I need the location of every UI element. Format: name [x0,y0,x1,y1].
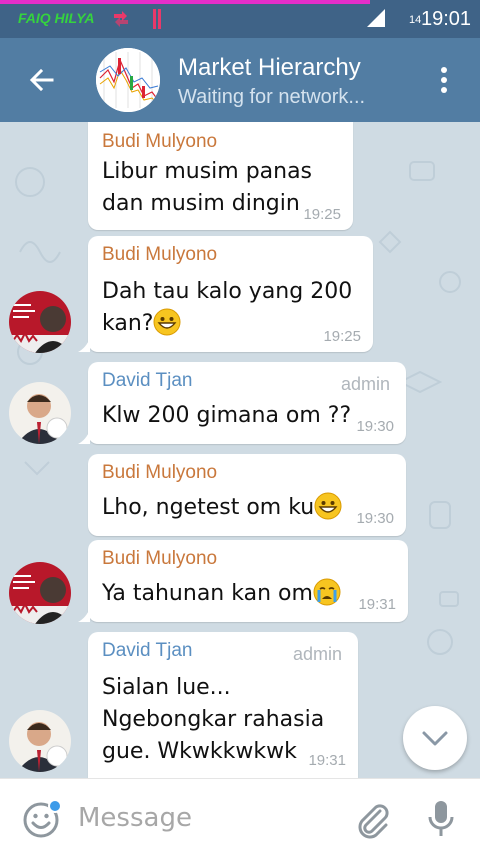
message-line: Ngebongkar rahasia [102,707,325,732]
message-composer: Message [0,778,480,854]
microphone-icon[interactable] [426,799,456,839]
sender-name[interactable]: David Tjan [102,370,192,392]
status-bar: FAIQ HILYA 14 19:01 [0,0,480,38]
message-text: Ya tahunan kan om [102,578,341,610]
message-bubble[interactable]: Budi Mulyono Libur musim panas dan musim… [88,122,353,230]
message-time: 19:30 [356,418,394,435]
budi-avatar-image [9,562,71,624]
attach-icon[interactable] [352,799,392,839]
message-time: 19:25 [323,328,361,345]
sender-name[interactable]: Budi Mulyono [102,548,217,570]
chart-thumbnail-icon [96,48,160,112]
admin-badge: admin [340,374,390,394]
message-bubble[interactable]: Budi Mulyono Dah tau kalo yang 200 kan? … [88,236,373,352]
message-bubble[interactable]: Budi Mulyono Lho, ngetest om ku 19:30 [88,454,406,536]
scroll-down-button[interactable] [403,706,467,770]
status-time: 19:01 [421,8,472,30]
network-type: 14 [409,14,422,26]
message-list[interactable]: Budi Mulyono Libur musim panas dan musim… [0,122,480,778]
message-input[interactable]: Message [78,803,192,833]
message-line: Ya tahunan kan om [102,578,341,610]
sender-name[interactable]: David Tjan [102,640,192,662]
avatar[interactable] [9,382,71,444]
message-bubble[interactable]: David Tjan admin Sialan lue... Ngebongka… [88,632,358,778]
grinning-face-icon [153,308,181,336]
grinning-face-icon [314,492,342,520]
overflow-menu-icon[interactable] [432,64,456,96]
back-arrow-icon[interactable] [24,62,60,98]
bubble-tail [78,608,90,622]
admin-badge: admin [292,644,342,664]
david-avatar-image [9,382,71,444]
avatar[interactable] [9,562,71,624]
chat-status: Waiting for network... [178,86,366,108]
message-text: Klw 200 gimana om ?? [102,400,351,432]
message-time: 19:31 [308,752,346,769]
message-text: Libur musim panas dan musim dingin [102,156,312,220]
budi-avatar-image [9,291,71,353]
bubble-tail [78,338,90,352]
message-text: Lho, ngetest om ku [102,492,342,524]
carrier-label: FAIQ HILYA [18,10,95,26]
sender-name[interactable]: Budi Mulyono [102,131,217,153]
message-line: Sialan lue... [102,675,231,700]
message-line-text: kan? [102,311,154,336]
message-line: Dah tau kalo yang 200 [102,279,353,304]
signal-icon [367,9,385,27]
chevron-down-icon [422,731,448,746]
message-line: Lho, ngetest om ku [102,492,342,524]
message-bubble[interactable]: Budi Mulyono Ya tahunan kan om 19:31 [88,540,408,622]
chat-title[interactable]: Market Hierarchy [178,54,361,82]
message-time: 19:30 [356,510,394,527]
battery-low-icon [153,9,161,29]
message-text: Sialan lue... Ngebongkar rahasia gue. Wk… [102,672,324,768]
crying-face-icon [313,578,341,606]
message-line-text: Lho, ngetest om ku [102,495,315,520]
message-line-text: Ya tahunan kan om [102,581,313,606]
message-line: Klw 200 gimana om ?? [102,403,352,428]
bubble-tail [78,430,90,444]
david-avatar-image [9,710,71,772]
notification-dot [48,799,62,813]
group-avatar[interactable] [96,48,160,112]
sender-name[interactable]: Budi Mulyono [102,462,217,484]
message-time: 19:25 [303,206,341,223]
message-line: kan? [102,308,352,340]
message-line: Libur musim panas [102,159,313,184]
message-bubble[interactable]: David Tjan admin Klw 200 gimana om ?? 19… [88,362,406,444]
sender-name[interactable]: Budi Mulyono [102,244,217,266]
transfer-icon [114,11,128,27]
avatar[interactable] [9,291,71,353]
message-text: Dah tau kalo yang 200 kan? [102,276,352,340]
message-line: dan musim dingin [102,191,300,216]
chat-header: Market Hierarchy Waiting for network... [0,38,480,122]
progress-strip [0,0,370,4]
message-line: gue. Wkwkkwkwk [102,739,297,764]
avatar[interactable] [9,710,71,772]
message-time: 19:31 [358,596,396,613]
